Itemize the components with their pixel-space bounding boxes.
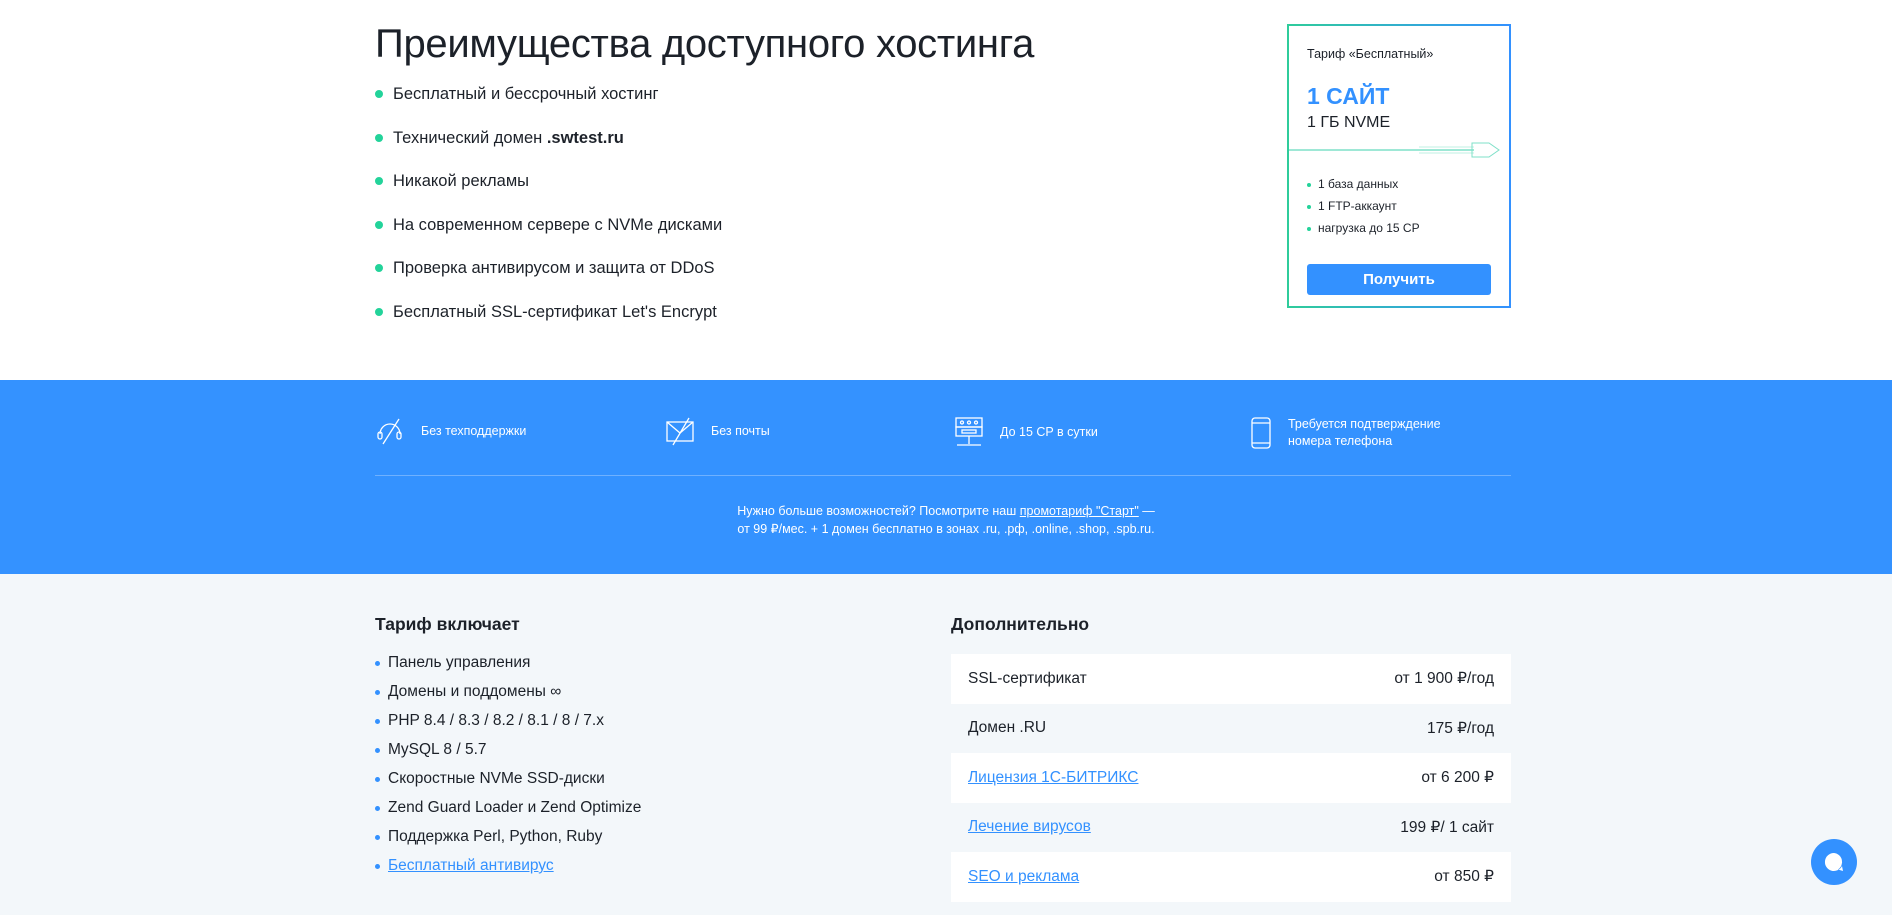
bitrix-license-link[interactable]: Лицензия 1С-БИТРИКС (968, 769, 1138, 787)
service-price: 175 ₽/год (1427, 719, 1494, 737)
table-row: Домен .RU 175 ₽/год (951, 704, 1511, 754)
headset-crossed-icon (377, 418, 402, 445)
service-name: SSL-сертификат (968, 669, 1087, 687)
service-price: 199 ₽/ 1 сайт (1400, 818, 1494, 836)
list-item: Zend Guard Loader и Zend Optimize (375, 799, 641, 828)
feature-no-support: Без техподдержки (375, 416, 526, 446)
note-text: — (1138, 504, 1155, 518)
feature-text: Без почты (711, 423, 770, 438)
feature-text: До 15 CP в сутки (1000, 424, 1098, 439)
note-text: Нужно больше возможностей? Посмотрите на… (737, 504, 1020, 518)
advantages-section: Преимущества доступного хостинга Бесплат… (0, 0, 1892, 380)
item-text: Проверка антивирусом и защита от DDoS (393, 259, 715, 277)
service-price: от 850 ₽ (1434, 868, 1494, 886)
tariff-disk: 1 ГБ NVME (1307, 114, 1391, 131)
feature-no-mail: Без почты (665, 416, 770, 446)
item-text: Бесплатный и бессрочный хостинг (393, 85, 659, 103)
service-price: от 1 900 ₽/год (1394, 670, 1494, 688)
item-text: Технический домен (393, 128, 547, 147)
service-name: Домен .RU (968, 719, 1047, 737)
feature-phone-verification: Требуется подтверждение номера телефона (1250, 416, 1441, 450)
virus-removal-link[interactable]: Лечение вирусов (968, 818, 1091, 836)
list-item: Бесплатный SSL-сертификат Let's Encrypt (375, 302, 722, 346)
item-text: На современном сервере с NVMe дисками (393, 215, 723, 234)
tariff-features: 1 база данных 1 FTP-аккаунт нагрузка до … (1307, 177, 1420, 243)
feature-text: Без техподдержки (421, 423, 527, 438)
list-item: На современном сервере с NVMe дисками (375, 215, 722, 259)
get-button[interactable]: Получить (1307, 264, 1491, 295)
tariff-sites: 1 САЙТ (1307, 83, 1390, 109)
limitations-band: Без техподдержки Без почты До 15 CP в су… (0, 380, 1892, 574)
divider (375, 475, 1511, 476)
list-item: Бесплатный антивирус (375, 857, 641, 886)
advantages-list: Бесплатный и бессрочный хостинг Техничес… (375, 84, 722, 345)
list-item: Панель управления (375, 654, 641, 683)
note-text: от 99 ₽/мес. + 1 домен бесплатно в зонах… (737, 522, 1155, 536)
includes-title: Тариф включает (375, 614, 520, 634)
domain-text: .swtest.ru (546, 128, 624, 147)
rocket-arrow-icon (1289, 142, 1500, 158)
list-item: Никакой рекламы (375, 171, 722, 215)
list-item: PHP 8.4 / 8.3 / 8.2 / 8.1 / 8 / 7.x (375, 712, 641, 741)
tariff-name: Тариф «Бесплатный» (1307, 47, 1434, 61)
extra-table: SSL-сертификат от 1 900 ₽/год Домен .RU 17… (951, 654, 1511, 902)
upgrade-note: Нужно больше возможностей? Посмотрите на… (0, 502, 1892, 538)
table-row: Лечение вирусов 199 ₽/ 1 сайт (951, 803, 1511, 853)
list-item: Скоростные NVMe SSD-диски (375, 770, 641, 799)
start-tariff-link[interactable]: промотариф "Старт" (1020, 504, 1139, 518)
phone-icon (1251, 417, 1271, 449)
mail-crossed-icon (666, 417, 694, 446)
table-row: SEO и реклама от 850 ₽ (951, 852, 1511, 902)
list-item: MySQL 8 / 5.7 (375, 741, 641, 770)
list-item: Домены и поддомены ∞ (375, 683, 641, 712)
extra-title: Дополнительно (951, 614, 1090, 634)
item-text: Никакой рекламы (393, 172, 530, 190)
table-row: Лицензия 1С-БИТРИКС от 6 200 ₽ (951, 753, 1511, 803)
list-item: Технический домен .swtest.ru (375, 128, 722, 172)
feature-text: Требуется подтверждение номера телефона (1288, 416, 1441, 450)
antivirus-link[interactable]: Бесплатный антивирус (388, 857, 554, 886)
seo-link[interactable]: SEO и реклама (968, 868, 1079, 886)
list-item: Бесплатный и бессрочный хостинг (375, 84, 722, 128)
tariff-card: Тариф «Бесплатный» 1 САЙТ 1 ГБ NVME 1 ба… (1287, 24, 1511, 308)
page-title: Преимущества доступного хостинга (375, 22, 1035, 66)
service-price: от 6 200 ₽ (1421, 769, 1494, 787)
includes-list: Панель управления Домены и поддомены ∞ P… (375, 654, 641, 886)
feature-cp-limit: До 15 CP в сутки (954, 416, 1098, 448)
feature-line: номера телефона (1288, 434, 1393, 448)
table-row: SSL-сертификат от 1 900 ₽/год (951, 654, 1511, 704)
list-item: 1 база данных (1307, 177, 1420, 199)
chat-bubble-icon (1824, 852, 1843, 871)
server-icon (955, 417, 983, 446)
chat-button[interactable] (1811, 839, 1857, 885)
item-text: Бесплатный SSL-сертификат Let's Encrypt (393, 302, 717, 321)
list-item: Проверка антивирусом и защита от DDoS (375, 258, 722, 302)
list-item: нагрузка до 15 CP (1307, 221, 1420, 243)
list-item: 1 FTP-аккаунт (1307, 199, 1420, 221)
feature-line: Требуется подтверждение (1288, 417, 1441, 431)
details-section: Тариф включает Панель управления Домены … (0, 574, 1892, 915)
list-item: Поддержка Perl, Python, Ruby (375, 828, 641, 857)
